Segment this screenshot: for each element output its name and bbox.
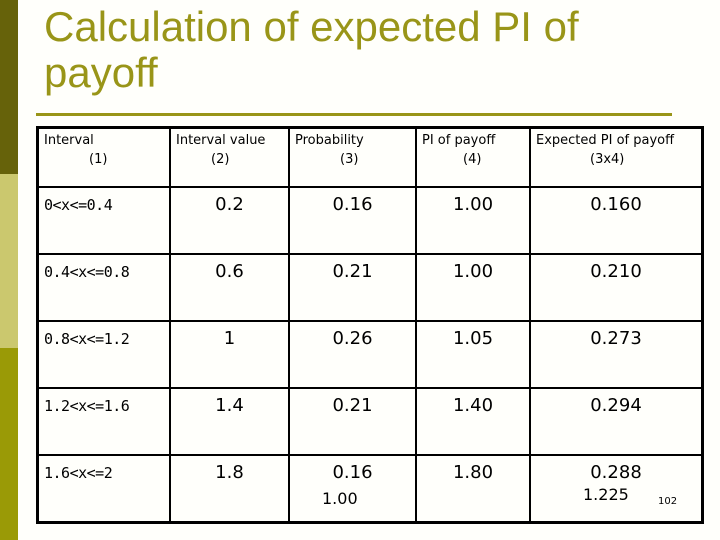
- cell-probability: 0.16: [288, 186, 417, 255]
- header-number: (4): [463, 152, 482, 167]
- cell-expected-pi: 0.160: [529, 186, 704, 255]
- table-row: 0.4<x<=0.8 0.6 0.21 1.00 0.210: [36, 253, 704, 322]
- header-label: Expected PI of payoff: [536, 133, 675, 148]
- cell-pi-of-payoff: 1.40: [415, 387, 531, 456]
- sidebar-band-olive: [0, 348, 18, 540]
- cell-expected-pi: 0.294: [529, 387, 704, 456]
- cell-interval-value: 0.2: [169, 186, 290, 255]
- table-row: 1.2<x<=1.6 1.4 0.21 1.40 0.294: [36, 387, 704, 456]
- header-label: Interval value: [176, 133, 266, 148]
- probability-total: 1.00: [322, 489, 358, 508]
- table-row: 0.8<x<=1.2 1 0.26 1.05 0.273: [36, 320, 704, 389]
- header-number: (1): [89, 152, 108, 167]
- cell-interval: 1.2<x<=1.6: [36, 387, 171, 456]
- cell-probability: 0.21: [288, 253, 417, 322]
- header-number: (3x4): [590, 152, 625, 167]
- sidebar-band-light: [0, 174, 18, 348]
- payoff-table: Interval (1) Interval value (2) Probabil…: [36, 126, 704, 524]
- cell-pi-of-payoff: 1.05: [415, 320, 531, 389]
- cell-interval-value: 0.6: [169, 253, 290, 322]
- table-header-row: Interval (1) Interval value (2) Probabil…: [36, 126, 704, 188]
- cell-interval: 0.8<x<=1.2: [36, 320, 171, 389]
- slide-title: Calculation of expected PI of payoff: [44, 3, 579, 96]
- cell-interval-value: 1: [169, 320, 290, 389]
- cell-pi-of-payoff: 1.80: [415, 454, 531, 524]
- cell-pi-of-payoff: 1.00: [415, 253, 531, 322]
- cell-expected-pi: 0.210: [529, 253, 704, 322]
- cell-interval: 1.6<x<=2: [36, 454, 171, 524]
- table-row: 0<x<=0.4 0.2 0.16 1.00 0.160: [36, 186, 704, 255]
- expected-pi-total: 1.225: [583, 485, 629, 504]
- header-label: Interval: [44, 133, 94, 148]
- page-number: 102: [658, 496, 678, 507]
- header-interval: Interval (1): [36, 126, 171, 188]
- cell-interval-value: 1.8: [169, 454, 290, 524]
- header-label: PI of payoff: [422, 133, 496, 148]
- header-number: (3): [340, 152, 359, 167]
- header-number: (2): [211, 152, 230, 167]
- cell-expected-pi: 0.273: [529, 320, 704, 389]
- cell-interval: 0.4<x<=0.8: [36, 253, 171, 322]
- header-probability: Probability (3): [288, 126, 417, 188]
- title-underline: [36, 113, 672, 116]
- header-interval-value: Interval value (2): [169, 126, 290, 188]
- sidebar-band-dark: [0, 0, 18, 174]
- cell-interval: 0<x<=0.4: [36, 186, 171, 255]
- header-expected-pi: Expected PI of payoff (3x4): [529, 126, 704, 188]
- cell-probability: 0.21: [288, 387, 417, 456]
- header-pi-of-payoff: PI of payoff (4): [415, 126, 531, 188]
- cell-probability: 0.26: [288, 320, 417, 389]
- header-label: Probability: [295, 133, 364, 148]
- cell-interval-value: 1.4: [169, 387, 290, 456]
- cell-pi-of-payoff: 1.00: [415, 186, 531, 255]
